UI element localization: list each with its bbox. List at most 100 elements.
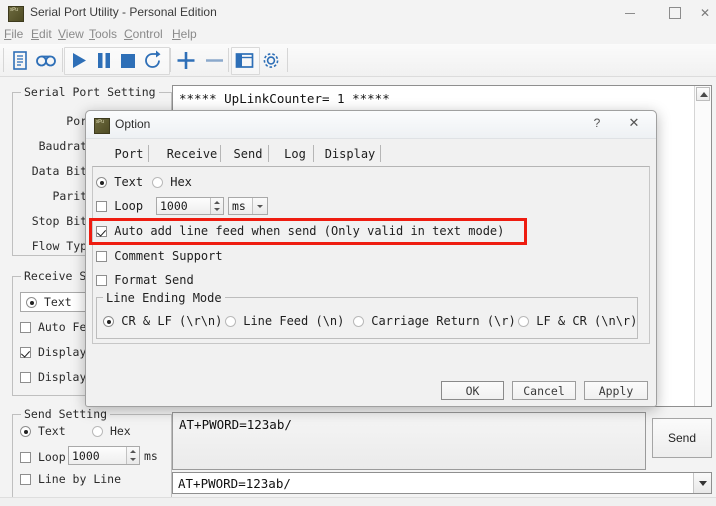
menu-control[interactable]: Control [124, 27, 163, 41]
toolbar [0, 44, 716, 77]
minimize-button[interactable] [607, 0, 652, 26]
receive-setting-title: Receive S [21, 269, 90, 283]
maximize-icon [668, 7, 681, 19]
dialog-hex-radio[interactable] [152, 177, 163, 188]
line-by-line-checkbox-row[interactable]: Line by Line [20, 472, 121, 486]
receive-text-content: ***** UpLinkCounter= 1 ***** [179, 91, 390, 106]
close-button[interactable]: ✕ [694, 0, 716, 26]
line-ending-lf-label: Line Feed (\n) [243, 314, 345, 328]
toolbar-separator [228, 48, 229, 72]
dialog-text-option[interactable]: Text [96, 175, 143, 189]
auto-feed-checkbox-row[interactable]: Auto Fe [20, 320, 86, 334]
menu-edit[interactable]: Edit [31, 27, 52, 41]
stop-icon[interactable] [115, 49, 139, 72]
send-button[interactable]: Send [652, 418, 712, 458]
line-ending-lfcr-option[interactable]: LF & CR (\n\r) [518, 314, 637, 328]
format-send-row[interactable]: Format Send [96, 273, 194, 287]
display-time-checkbox-row[interactable]: Display [20, 370, 86, 384]
send-history-dropdown-button[interactable] [693, 473, 711, 493]
dialog-loop-checkbox[interactable] [96, 201, 107, 212]
comment-support-checkbox[interactable] [96, 251, 107, 262]
scroll-up-button[interactable] [696, 87, 710, 101]
auto-feed-checkbox[interactable] [20, 322, 31, 333]
spinner-up-icon[interactable] [214, 201, 220, 204]
spinner-down-icon[interactable] [214, 208, 220, 211]
menu-control-rest: ontrol [132, 27, 163, 41]
display-time-checkbox[interactable] [20, 372, 31, 383]
receive-mode-radio[interactable] [26, 297, 37, 308]
serial-port-setting-title: Serial Port Setting [21, 85, 159, 99]
dialog-loop-unit-select[interactable]: ms [228, 197, 268, 215]
line-ending-lfcr-radio[interactable] [518, 316, 529, 327]
comment-support-row[interactable]: Comment Support [96, 249, 223, 263]
menu-file[interactable]: File [4, 27, 23, 41]
dialog-apply-button[interactable]: Apply [584, 381, 648, 400]
tab-divider [148, 145, 149, 162]
pause-icon[interactable] [92, 49, 116, 72]
minus-icon[interactable] [202, 49, 226, 72]
menu-edit-rest: dit [39, 27, 52, 41]
spinner-up-icon[interactable] [130, 450, 136, 453]
send-setting-title: Send Setting [21, 407, 111, 421]
dialog-help-button[interactable]: ? [586, 116, 608, 134]
display-send-checkbox-row[interactable]: Display [20, 345, 86, 359]
auto-add-line-feed-row[interactable]: Auto add line feed when send (Only valid… [96, 224, 504, 238]
play-icon[interactable] [66, 49, 90, 72]
maximize-button[interactable] [652, 0, 697, 26]
refresh-icon[interactable] [141, 49, 165, 72]
panel-icon[interactable] [232, 49, 256, 72]
line-ending-lf-radio[interactable] [225, 316, 236, 327]
line-ending-cr-option[interactable]: Carriage Return (\r) [353, 314, 516, 328]
menu-view-rest: iew [65, 27, 84, 41]
chevron-up-icon [700, 92, 708, 97]
line-ending-lf-option[interactable]: Line Feed (\n) [225, 314, 344, 328]
send-loop-spinner[interactable] [126, 447, 139, 464]
receive-mode-text-option[interactable]: Text [26, 295, 72, 309]
menu-help[interactable]: Help [172, 27, 197, 41]
toolbar-separator [3, 48, 4, 72]
send-text-option[interactable]: Text [20, 424, 66, 438]
send-hex-radio[interactable] [92, 426, 103, 437]
send-loop-checkbox-row[interactable]: Loop [20, 450, 66, 464]
record-icon[interactable] [34, 49, 58, 72]
new-document-icon[interactable] [8, 49, 32, 72]
dialog-cancel-button[interactable]: Cancel [512, 381, 576, 400]
line-by-line-checkbox[interactable] [20, 474, 31, 485]
send-text-area[interactable]: AT+PWORD=123ab/ [172, 412, 646, 470]
settings-gear-icon[interactable] [259, 49, 283, 72]
menu-view[interactable]: View [58, 27, 84, 41]
dialog-ok-button[interactable]: OK [441, 381, 504, 400]
dialog-text-label: Text [114, 175, 144, 189]
auto-add-line-feed-label: Auto add line feed when send (Only valid… [114, 224, 505, 238]
dialog-text-radio[interactable] [96, 177, 107, 188]
dialog-loop-value-input[interactable]: 1000 [156, 197, 224, 215]
send-history-combobox[interactable]: AT+PWORD=123ab/ [172, 472, 712, 494]
plus-icon[interactable] [174, 49, 198, 72]
dialog-close-button[interactable]: ✕ [623, 115, 645, 135]
dialog-loop-checkbox-row[interactable]: Loop [96, 199, 143, 213]
tab-display[interactable]: Display [315, 142, 385, 166]
format-send-checkbox[interactable] [96, 275, 107, 286]
menu-tools[interactable]: Tools [89, 27, 117, 41]
menu-bar: File Edit View Tools Control Help [0, 26, 716, 44]
tab-send[interactable]: Send [222, 142, 274, 166]
dialog-loop-spinner[interactable] [210, 198, 223, 214]
comment-support-label: Comment Support [114, 249, 223, 263]
send-hex-option[interactable]: Hex [92, 424, 131, 438]
receive-vertical-scrollbar[interactable] [694, 86, 711, 406]
dialog-hex-option[interactable]: Hex [152, 175, 192, 189]
display-send-checkbox[interactable] [20, 347, 31, 358]
auto-add-line-feed-checkbox[interactable] [96, 226, 107, 237]
dialog-unit-dropdown-button[interactable] [252, 198, 267, 214]
line-ending-cr-radio[interactable] [353, 316, 364, 327]
send-text-radio[interactable] [20, 426, 31, 437]
chevron-down-icon [257, 205, 263, 208]
send-loop-checkbox[interactable] [20, 452, 31, 463]
line-ending-crlf-option[interactable]: CR & LF (\r\n) [103, 314, 222, 328]
spinner-down-icon[interactable] [130, 458, 136, 461]
stop-bits-label: Stop Bits [31, 214, 94, 228]
line-ending-crlf-radio[interactable] [103, 316, 114, 327]
port-label: Port [66, 114, 94, 128]
send-loop-value-input[interactable]: 1000 [68, 446, 140, 465]
tab-divider [313, 145, 314, 162]
